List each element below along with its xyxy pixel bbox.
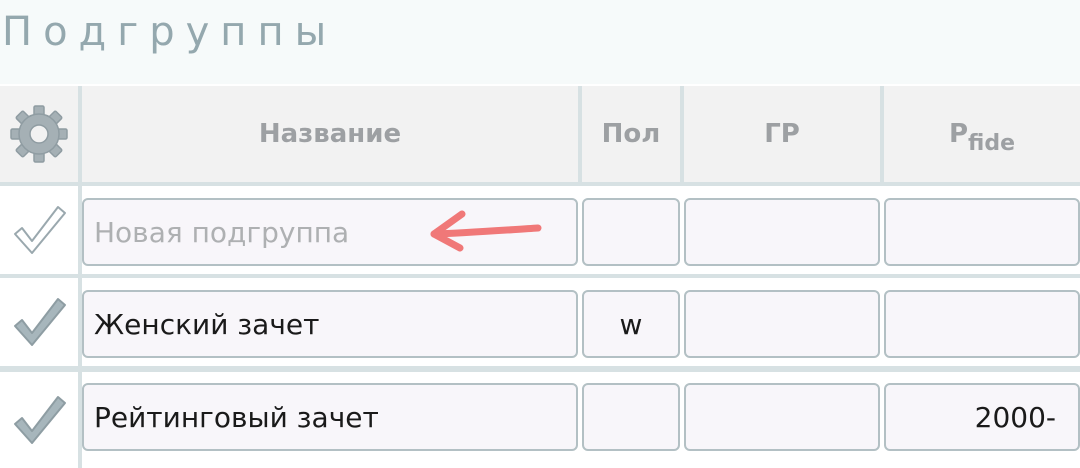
check-icon	[14, 396, 66, 444]
settings-button[interactable]	[0, 86, 78, 182]
row-enable-checkbox[interactable]	[0, 372, 78, 468]
new-subgroup-birth-year-input[interactable]	[684, 198, 880, 266]
column-header-name-label: Название	[258, 119, 402, 149]
check-icon	[14, 298, 66, 346]
column-header-rating-label: Pfide	[948, 119, 1015, 155]
column-header-birth-year-label: ГР	[764, 119, 800, 149]
rating-label-subscript: fide	[968, 131, 1016, 156]
subgroup-name-input[interactable]: Женский зачет	[82, 290, 578, 358]
title-bar: Подгруппы	[0, 0, 1080, 84]
subgroup-birth-year-input[interactable]	[684, 290, 880, 358]
subgroup-gender-input[interactable]	[582, 383, 680, 451]
name-placeholder: Новая подгруппа	[94, 215, 350, 249]
row-enable-checkbox[interactable]	[0, 186, 78, 274]
column-header-rating[interactable]: Pfide	[884, 86, 1080, 182]
gear-icon	[10, 105, 68, 163]
new-subgroup-gender-input[interactable]	[582, 198, 680, 266]
rating-label-main: P	[948, 119, 969, 149]
subgroup-rating-input[interactable]	[884, 290, 1080, 358]
annotation-arrow-icon	[430, 210, 542, 252]
subgroup-name-input[interactable]: Рейтинговый зачет	[82, 383, 578, 451]
row-enable-checkbox[interactable]	[0, 278, 78, 366]
page-title: Подгруппы	[2, 9, 338, 55]
column-header-gender[interactable]: Пол	[582, 86, 680, 182]
column-header-gender-label: Пол	[601, 119, 661, 149]
subgroup-rating-input[interactable]: 2000-	[884, 383, 1080, 451]
check-outline-icon	[14, 206, 66, 254]
column-header-name[interactable]: Название	[82, 86, 578, 182]
new-subgroup-rating-input[interactable]	[884, 198, 1080, 266]
subgroups-table: Название Пол ГР Pfide Новая подгруппа Же…	[0, 86, 1080, 468]
subgroup-gender-input[interactable]: w	[582, 290, 680, 358]
column-header-birth-year[interactable]: ГР	[684, 86, 880, 182]
subgroup-birth-year-input[interactable]	[684, 383, 880, 451]
